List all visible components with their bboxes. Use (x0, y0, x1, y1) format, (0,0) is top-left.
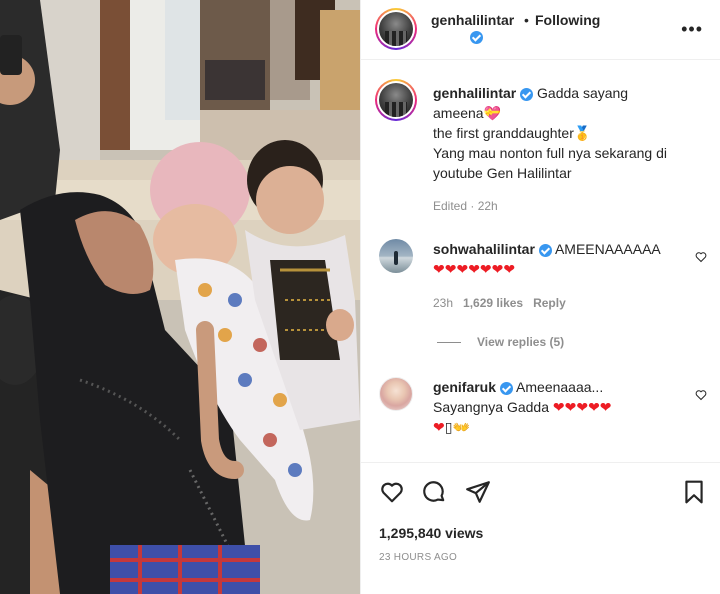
comment-bubble-icon[interactable] (421, 479, 447, 505)
verified-badge-icon (520, 87, 534, 101)
comment-text: genifaruk Ameenaaaa... Sayangnya Gadda ❤… (433, 377, 683, 437)
post-photo[interactable] (0, 0, 360, 594)
comment-body: AMEENAAAAAA (554, 241, 661, 257)
like-comment-heart-icon[interactable] (695, 389, 707, 401)
verified-badge-icon (538, 243, 552, 257)
caption-line-3: the first granddaughter🥇 (433, 125, 592, 141)
action-bar: 1,295,840 views 23 HOURS AGO (361, 462, 720, 594)
comment-username[interactable]: genifaruk (433, 379, 496, 395)
caption-avatar[interactable] (375, 79, 417, 121)
caption-text: genhalilintar Gadda sayang ameena💝 the f… (433, 83, 683, 183)
verified-badge-icon (499, 381, 513, 395)
comment-hearts: ❤ (433, 419, 445, 435)
photo-illustration (0, 0, 360, 594)
comment-username[interactable]: sohwahalilintar (433, 241, 535, 257)
commenter-avatar[interactable] (379, 239, 413, 273)
profile-avatar[interactable] (375, 8, 417, 50)
post-timestamp[interactable]: 23 HOURS AGO (379, 552, 457, 563)
caption-line-4: Yang mau nonton full nya sekarang di (433, 145, 668, 161)
commenter-avatar[interactable] (379, 377, 413, 411)
comment-line-2: Sayangnya Gadda (433, 399, 549, 415)
comment-emoji: ▯👐 (444, 419, 470, 435)
view-replies-button[interactable]: View replies (5) (437, 335, 564, 349)
more-options-icon[interactable]: ••• (681, 20, 703, 38)
comments-section[interactable]: genhalilintar Gadda sayang ameena💝 the f… (361, 61, 720, 461)
paper-plane-icon[interactable] (465, 479, 491, 505)
bookmark-icon[interactable] (681, 479, 707, 505)
comment-body: Ameenaaaa... (516, 379, 604, 395)
reply-button[interactable]: Reply (533, 296, 566, 310)
caption-username[interactable]: genhalilintar (433, 85, 516, 101)
caption-meta: Edited · 22h (433, 199, 498, 213)
heart-outline-icon[interactable] (379, 479, 405, 505)
comment-hearts: ❤❤❤❤❤ (552, 399, 612, 415)
header-username[interactable]: genhalilintar (431, 12, 514, 28)
caption-line-2: ameena💝 (433, 105, 502, 121)
view-count[interactable]: 1,295,840 views (379, 525, 483, 541)
comment-meta: 23h 1,629 likes Reply (433, 296, 566, 310)
like-comment-heart-icon[interactable] (695, 251, 707, 263)
comment-text: sohwahalilintar AMEENAAAAAA ❤❤❤❤❤❤❤ (433, 239, 683, 279)
caption-line-5: youtube Gen Halilintar (433, 165, 572, 181)
post-detail-panel: genhalilintar • Following ••• genhalilin… (360, 0, 720, 594)
comment-age: 23h (433, 296, 454, 310)
view-replies-label: View replies (5) (477, 335, 565, 349)
caption-line-1: Gadda sayang (537, 85, 629, 101)
post-header: genhalilintar • Following ••• (361, 0, 720, 60)
verified-badge-icon (470, 31, 483, 44)
following-button[interactable]: Following (535, 12, 600, 28)
comment-likes[interactable]: 1,629 likes (463, 296, 523, 310)
comment-hearts: ❤❤❤❤❤❤❤ (433, 261, 516, 277)
header-separator: • (524, 12, 529, 28)
